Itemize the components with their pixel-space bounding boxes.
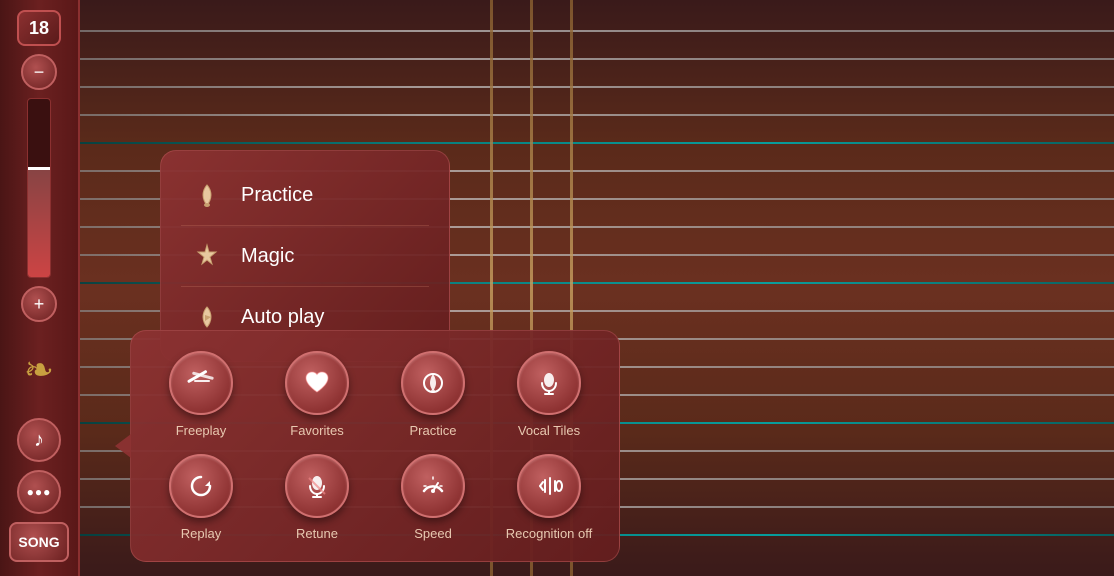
control-retune[interactable]: Retune <box>267 454 367 541</box>
volume-track <box>27 98 51 278</box>
practice-icon <box>189 177 225 213</box>
retune-button[interactable] <box>285 454 349 518</box>
controls-grid: Freeplay Favorites Practice <box>151 351 599 541</box>
replay-button[interactable] <box>169 454 233 518</box>
string-3 <box>80 86 1114 88</box>
mode-practice[interactable]: Practice <box>181 167 429 223</box>
freeplay-label: Freeplay <box>176 423 227 438</box>
vocaltiles-button[interactable] <box>517 351 581 415</box>
recognitionoff-button[interactable] <box>517 454 581 518</box>
control-replay[interactable]: Replay <box>151 454 251 541</box>
number-badge: 18 <box>17 10 61 46</box>
magic-label: Magic <box>241 245 294 268</box>
vocaltiles-label: Vocal Tiles <box>518 423 580 438</box>
floral-decoration: ❧ <box>9 330 69 410</box>
volume-level <box>28 167 50 170</box>
mode-divider-1 <box>181 225 429 226</box>
control-recognitionoff[interactable]: Recognition off <box>499 454 599 541</box>
controls-panel: Freeplay Favorites Practice <box>130 330 620 562</box>
music-button[interactable]: ♪ <box>17 418 61 462</box>
replay-label: Replay <box>181 526 221 541</box>
control-favorites[interactable]: Favorites <box>267 351 367 438</box>
practice-button[interactable] <box>401 351 465 415</box>
magic-icon <box>189 238 225 274</box>
more-button[interactable]: ●●● <box>17 470 61 514</box>
freeplay-button[interactable] <box>169 351 233 415</box>
control-practice[interactable]: Practice <box>383 351 483 438</box>
string-1 <box>80 30 1114 32</box>
practice-label: Practice <box>241 184 313 207</box>
speed-button[interactable] <box>401 454 465 518</box>
control-freeplay[interactable]: Freeplay <box>151 351 251 438</box>
mode-magic[interactable]: Magic <box>181 228 429 284</box>
speed-label: Speed <box>414 526 452 541</box>
string-5 <box>80 142 1114 144</box>
autoplay-label: Auto play <box>241 306 324 329</box>
volume-plus-button[interactable]: + <box>21 286 57 322</box>
left-panel: 18 − + ❧ ♪ ●●● SONG <box>0 0 80 576</box>
control-vocaltiles[interactable]: Vocal Tiles <box>499 351 599 438</box>
practice-btn-label: Practice <box>410 423 457 438</box>
panel-arrow <box>115 434 131 458</box>
string-4 <box>80 114 1114 116</box>
recognitionoff-label: Recognition off <box>506 526 593 541</box>
volume-minus-button[interactable]: − <box>21 54 57 90</box>
favorites-button[interactable] <box>285 351 349 415</box>
volume-fill <box>28 170 50 277</box>
more-icon: ●●● <box>27 485 52 499</box>
control-speed[interactable]: Speed <box>383 454 483 541</box>
mode-divider-2 <box>181 286 429 287</box>
music-icon: ♪ <box>34 429 44 452</box>
song-label: SONG <box>18 534 59 550</box>
favorites-label: Favorites <box>290 423 343 438</box>
string-2 <box>80 58 1114 60</box>
song-button[interactable]: SONG <box>9 522 69 562</box>
retune-label: Retune <box>296 526 338 541</box>
